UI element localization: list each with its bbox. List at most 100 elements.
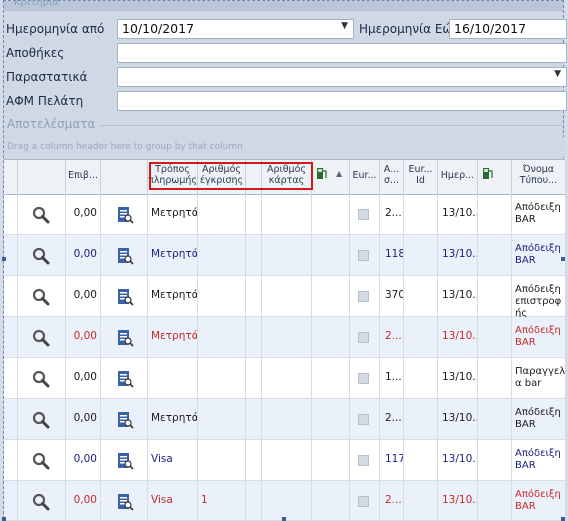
checkbox[interactable] [358, 373, 369, 384]
header-view[interactable] [18, 160, 66, 194]
eur-cell[interactable] [350, 358, 380, 399]
document-preview-icon[interactable] [116, 288, 134, 306]
doc-cell[interactable] [101, 235, 148, 276]
table-row[interactable]: 0,00 Μετρητά 2... 13/10... Απόδειξη BAR [4, 399, 565, 440]
doc-cell[interactable] [101, 276, 148, 317]
doc-cell[interactable] [101, 194, 148, 235]
criteria-header: Κριτήρια [4, 0, 563, 11]
header-epiv[interactable]: Επιβ... [66, 160, 101, 194]
magnifier-icon[interactable] [32, 247, 50, 265]
checkbox[interactable] [358, 332, 369, 343]
eur-cell[interactable] [350, 481, 380, 520]
eur-cell[interactable] [350, 399, 380, 440]
view-cell[interactable] [18, 317, 66, 358]
document-preview-icon[interactable] [116, 370, 134, 388]
type-name-cell: Απόδειξη BAR [515, 202, 561, 225]
magnifier-icon[interactable] [32, 493, 50, 511]
document-preview-icon[interactable] [116, 493, 134, 511]
checkbox[interactable] [358, 414, 369, 425]
magnifier-icon[interactable] [32, 411, 50, 429]
row-indicator [4, 399, 18, 440]
eur-cell[interactable] [350, 194, 380, 235]
date-cell: 13/10... [438, 276, 478, 317]
approval-cell [198, 235, 246, 276]
header-eur[interactable]: Eur... [350, 160, 380, 194]
view-cell[interactable] [18, 358, 66, 399]
table-row[interactable]: 0,00 Μετρητά 2... 13/10... Απόδειξη BAR [4, 317, 565, 358]
grid-header: Επιβ... Τρόπος πληρωμής Αριθμός έγκρισης… [4, 160, 565, 195]
header-date[interactable]: Ημερ... [438, 160, 478, 194]
gas-cell [312, 358, 350, 399]
doc-cell[interactable] [101, 481, 148, 520]
table-row[interactable]: 0,00 1... 13/10... Παραγγελί α bar [4, 358, 565, 399]
doc-cell[interactable] [101, 440, 148, 481]
header-type-name[interactable]: Όνομα Τύπου... [512, 160, 565, 194]
eur-cell[interactable] [350, 235, 380, 276]
checkbox[interactable] [358, 250, 369, 261]
a-cell: 117 [380, 440, 404, 481]
table-row[interactable]: 0,00 Μετρητά 118 13/10... Απόδειξη BAR [4, 235, 565, 276]
magnifier-icon[interactable] [32, 288, 50, 306]
document-preview-icon[interactable] [116, 329, 134, 347]
view-cell[interactable] [18, 399, 66, 440]
magnifier-icon[interactable] [32, 370, 50, 388]
eur-cell[interactable] [350, 317, 380, 358]
warehouses-field[interactable] [117, 43, 567, 63]
doc-cell[interactable] [101, 317, 148, 358]
table-row[interactable]: 0,00 Visa 117 13/10... Απόδειξη BAR [4, 440, 565, 481]
document-preview-icon[interactable] [116, 452, 134, 470]
amount-cell: 0,00 [66, 399, 101, 440]
eur-cell[interactable] [350, 440, 380, 481]
date-to-field[interactable]: 16/10/2017 [449, 19, 567, 39]
afm-label: ΑΦΜ Πελάτη [6, 94, 84, 108]
magnifier-icon[interactable] [32, 452, 50, 470]
date-from-field[interactable]: 10/10/2017 ▼ [117, 19, 354, 39]
view-cell[interactable] [18, 481, 66, 520]
document-preview-icon[interactable] [116, 411, 134, 429]
view-cell[interactable] [18, 276, 66, 317]
approval-cell [198, 276, 246, 317]
amount-cell: 0,00 [66, 358, 101, 399]
blank-cell [246, 194, 262, 235]
checkbox[interactable] [358, 209, 369, 220]
date-to-value: 16/10/2017 [454, 21, 527, 36]
a-cell: 370 [380, 276, 404, 317]
gas-cell-2 [478, 235, 512, 276]
date-to-label: Ημερομηνία Εώς [359, 22, 460, 36]
magnifier-icon[interactable] [32, 329, 50, 347]
row-indicator [4, 317, 18, 358]
checkbox[interactable] [358, 455, 369, 466]
payment-cell: Μετρητά [148, 194, 198, 235]
doc-cell[interactable] [101, 358, 148, 399]
doc-cell[interactable] [101, 399, 148, 440]
card-cell [262, 317, 312, 358]
checkbox[interactable] [358, 496, 369, 507]
document-preview-icon[interactable] [116, 247, 134, 265]
header-gas-col[interactable]: ▲ [312, 160, 350, 194]
afm-field[interactable] [117, 91, 567, 111]
view-cell[interactable] [18, 440, 66, 481]
chevron-down-icon[interactable]: ▼ [341, 21, 348, 31]
document-preview-icon[interactable] [116, 206, 134, 224]
eur-cell[interactable] [350, 276, 380, 317]
view-cell[interactable] [18, 194, 66, 235]
gas-cell-2 [478, 276, 512, 317]
header-eur-id[interactable]: Eur... Id [404, 160, 438, 194]
type-name-cell: Παραγγελί α bar [515, 366, 565, 389]
documents-field[interactable]: ▼ [117, 67, 567, 87]
amount-cell: 0,00 [66, 194, 101, 235]
amount-cell: 0,00 [66, 235, 101, 276]
magnifier-icon[interactable] [32, 206, 50, 224]
checkbox[interactable] [358, 291, 369, 302]
header-doc[interactable] [101, 160, 148, 194]
group-panel[interactable]: Drag a column header here to group by th… [4, 137, 565, 157]
table-row[interactable]: 0,00 Visa1 2... 13/10... Απόδειξη BAR [4, 481, 565, 520]
table-row[interactable]: 0,00 Μετρητά 370 13/10... Απόδειξη επιστροφ … [4, 276, 565, 317]
header-a[interactable]: Α... σ... [380, 160, 404, 194]
blank-cell [246, 399, 262, 440]
chevron-down-icon[interactable]: ▼ [554, 69, 561, 79]
table-row[interactable]: 0,00 Μετρητά 2... 13/10... Απόδειξη BAR [4, 194, 565, 235]
header-gas-col-2[interactable] [478, 160, 512, 194]
gas-cell [312, 276, 350, 317]
view-cell[interactable] [18, 235, 66, 276]
